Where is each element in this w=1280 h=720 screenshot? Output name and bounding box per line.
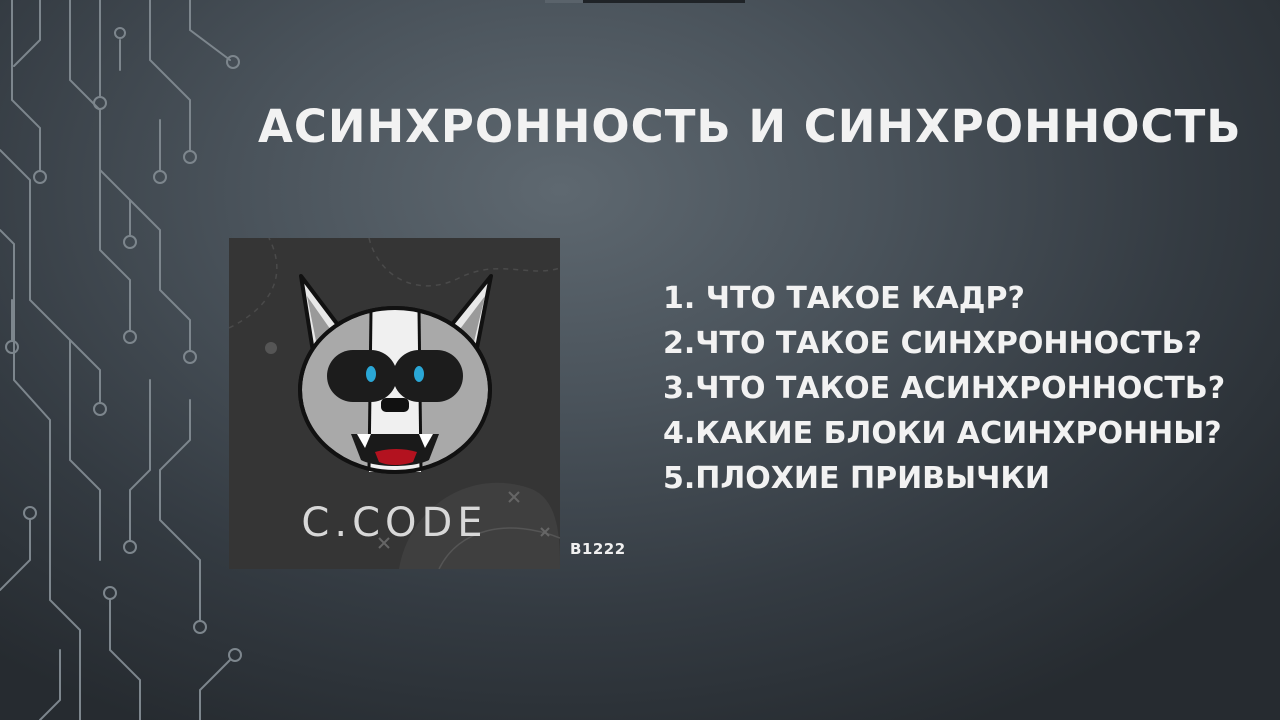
agenda-item: 1. Что такое кадр? <box>663 281 1025 316</box>
agenda-item: 5.Плохие привычки <box>663 461 1050 496</box>
brand-wordmark: C.CODE <box>301 500 488 546</box>
circuit-board-icon <box>0 0 242 720</box>
agenda-item: 4.Какие блоки асинхронны? <box>663 416 1222 451</box>
code-label: B1222 <box>570 540 626 558</box>
slide-title: Асинхронность и синхронность <box>258 100 1242 153</box>
agenda-item: 3.Что такое асинхронность? <box>663 371 1226 406</box>
top-strip <box>545 0 745 3</box>
agenda-list: 1. Что такое кадр? 2.Что такое синхронно… <box>663 276 1225 501</box>
ccode-logo: C.CODE <box>229 238 560 569</box>
agenda-item: 2.Что такое синхронность? <box>663 326 1202 361</box>
